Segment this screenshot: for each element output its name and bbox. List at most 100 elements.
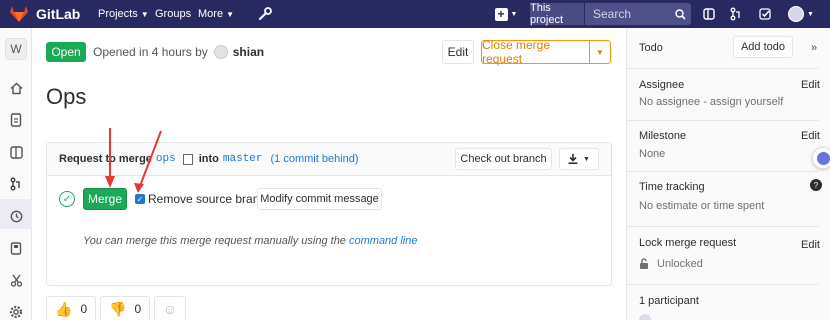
into-label: into (198, 153, 219, 165)
download-icon (568, 154, 578, 164)
project-avatar[interactable]: W (5, 38, 27, 60)
manual-merge-hint: You can merge this merge request manuall… (83, 235, 417, 247)
divider (627, 120, 819, 121)
nav-more-label: More (198, 8, 224, 20)
user-avatar (788, 6, 805, 22)
user-menu[interactable]: ▼ (786, 5, 816, 23)
merge-request-icon[interactable] (8, 176, 24, 192)
plus-square-icon: + (494, 7, 508, 21)
brand-name: GitLab (36, 6, 81, 22)
download-dropdown[interactable]: ▼ (559, 148, 599, 170)
remove-source-branch-checkbox[interactable]: ✓ (135, 194, 145, 204)
author-link[interactable]: shian (233, 45, 264, 59)
command-line-link[interactable]: command line (349, 235, 417, 247)
merge-requests-icon[interactable] (727, 5, 745, 23)
merge-widget: Request to merge ops into master (1 comm… (46, 142, 612, 286)
settings-icon[interactable] (8, 304, 24, 320)
edit-button[interactable]: Edit (442, 40, 474, 64)
milestone-title: Milestone (639, 130, 687, 142)
nav-more[interactable]: More ▼ (198, 8, 234, 20)
board-icon[interactable] (8, 144, 24, 160)
chevron-down-icon: ▼ (583, 155, 590, 163)
modify-commit-message-button[interactable]: Modify commit message (257, 188, 382, 210)
top-navbar: GitLab Projects ▼ Groups More ▼ + ▼ This p… (0, 0, 830, 28)
assignee-title: Assignee (639, 79, 685, 91)
chevron-down-icon: ▼ (510, 10, 518, 18)
search-icon (675, 8, 686, 20)
lock-value: Unlocked (657, 258, 703, 270)
help-icon[interactable]: ? (810, 179, 822, 191)
chevron-down-icon: ▼ (226, 9, 234, 19)
chevron-down-icon: ▼ (140, 9, 149, 19)
search-scope[interactable]: This project (530, 2, 584, 26)
thumbs-up-icon: 👍 (55, 300, 73, 317)
opened-info: Opened in 4 hours by shian (93, 45, 264, 59)
wiki-icon[interactable] (8, 240, 24, 256)
assignee-edit-link[interactable]: Edit (801, 79, 820, 91)
merge-button[interactable]: Merge (83, 188, 127, 210)
nav-groups-label: Groups (155, 8, 192, 20)
remove-source-branch-label[interactable]: Remove source branch (148, 192, 272, 206)
smiley-icon: ☺ (162, 301, 178, 317)
manual-merge-hint-text: You can merge this merge request manuall… (83, 235, 346, 247)
participants-title: 1 participant (639, 295, 699, 307)
project-sidebar: W (0, 28, 32, 320)
sidebar-toggle-icon[interactable] (700, 5, 718, 23)
close-merge-request-button[interactable]: Close merge request (481, 38, 590, 66)
lock-title: Lock merge request (639, 237, 737, 249)
participant-avatar[interactable] (639, 314, 651, 320)
cicd-icon[interactable] (8, 208, 24, 224)
check-out-branch-button[interactable]: Check out branch (455, 148, 552, 170)
admin-wrench-icon[interactable] (256, 5, 274, 23)
thumbs-down-icon: 👎 (109, 300, 127, 317)
close-options-dropdown[interactable]: ▼ (589, 40, 611, 64)
todo-label: Todo (639, 42, 663, 54)
unlock-icon (639, 258, 649, 272)
merge-widget-header: Request to merge ops into master (1 comm… (47, 143, 611, 176)
snippets-icon[interactable] (8, 272, 24, 288)
copy-icon[interactable] (180, 151, 193, 165)
lock-edit-link[interactable]: Edit (801, 239, 820, 251)
search-field[interactable] (585, 3, 691, 25)
time-tracking-title: Time tracking (639, 181, 705, 193)
thumbs-down-award[interactable]: 👎 0 (100, 296, 150, 320)
thumbs-down-count: 0 (134, 302, 142, 316)
divider (627, 284, 819, 285)
new-dropdown[interactable]: + ▼ (493, 5, 519, 23)
thumbs-up-count: 0 (80, 302, 88, 316)
milestone-edit-link[interactable]: Edit (801, 130, 820, 142)
status-badge: Open (46, 42, 86, 62)
divider (627, 68, 819, 69)
nav-projects[interactable]: Projects ▼ (98, 8, 149, 20)
divider (627, 171, 819, 172)
divider (627, 226, 819, 227)
opened-text: Opened in 4 hours by (93, 45, 208, 59)
request-to-merge-label: Request to merge (59, 153, 152, 165)
search-input[interactable] (593, 7, 671, 21)
floating-helper-icon[interactable] (812, 147, 830, 169)
file-icon[interactable] (8, 112, 24, 128)
issuable-sidebar: Todo Add todo » Assignee Edit No assigne… (626, 28, 830, 320)
ready-to-merge-check-icon: ✓ (59, 191, 75, 207)
gitlab-logo-icon (10, 6, 28, 22)
home-icon[interactable] (8, 80, 24, 96)
merge-request-main: Open Opened in 4 hours by shian Edit Clo… (32, 28, 626, 320)
collapse-sidebar-icon[interactable]: » (811, 42, 817, 54)
merge-request-branches: Request to merge ops into master (1 comm… (59, 151, 359, 165)
commits-behind-link[interactable]: (1 commit behind) (271, 153, 359, 165)
thumbs-up-award[interactable]: 👍 0 (46, 296, 96, 320)
todos-icon[interactable] (756, 5, 774, 23)
assignee-value[interactable]: No assignee - assign yourself (639, 96, 783, 108)
nav-projects-label: Projects (98, 8, 138, 20)
chevron-down-icon: ▼ (807, 10, 814, 18)
add-todo-button[interactable]: Add todo (733, 36, 793, 58)
time-tracking-value: No estimate or time spent (639, 200, 765, 212)
target-branch[interactable]: master (223, 153, 263, 165)
add-reaction-button[interactable]: ☺ (154, 296, 186, 320)
page-title: Ops (46, 84, 87, 109)
nav-groups[interactable]: Groups (155, 8, 191, 20)
author-avatar[interactable] (213, 45, 228, 59)
chevron-down-icon: ▼ (596, 47, 604, 57)
source-branch[interactable]: ops (156, 153, 176, 165)
gitlab-home-link[interactable]: GitLab (10, 6, 80, 22)
